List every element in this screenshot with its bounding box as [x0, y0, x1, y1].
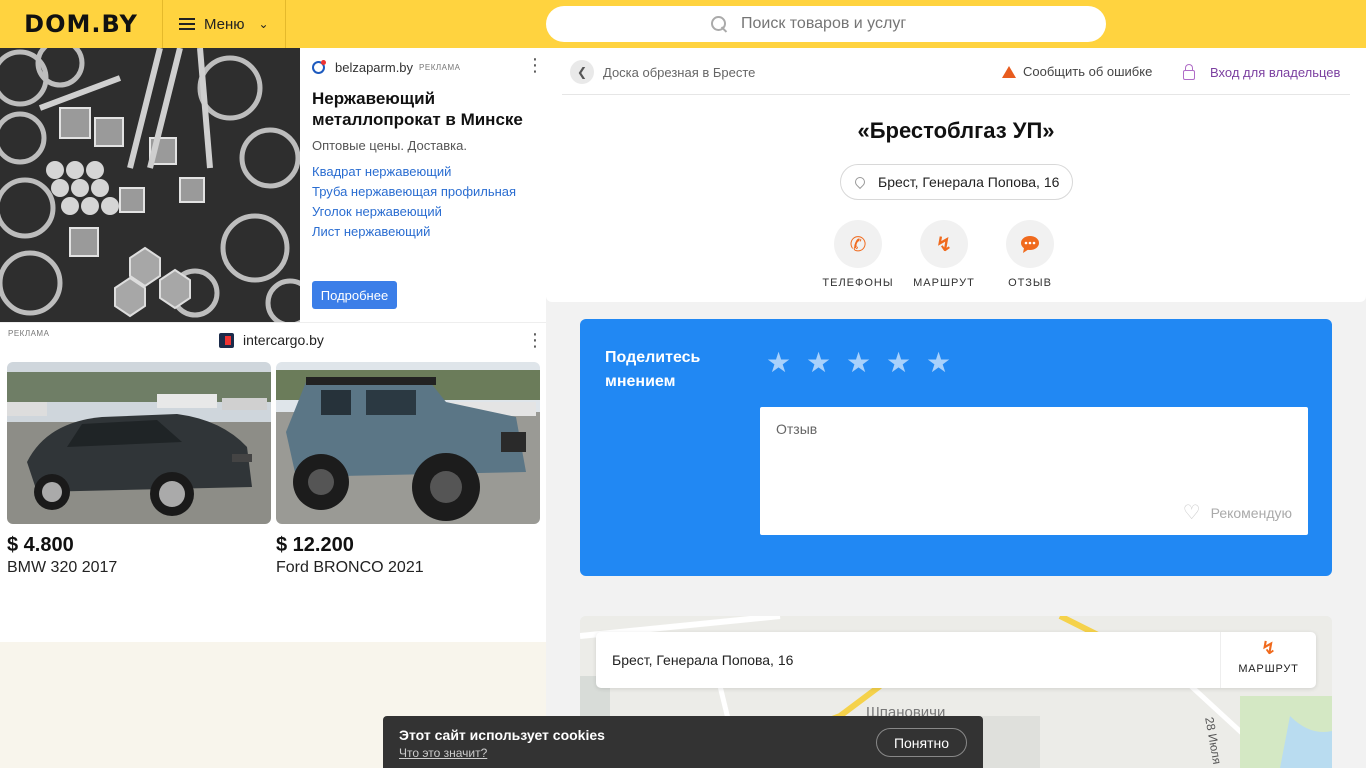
- ad-cars: РЕКЛАМА intercargo.by ⋮ $ 4.800 BMW 320 …: [0, 322, 546, 642]
- phone-icon: ✆: [834, 220, 882, 268]
- ad-metal-source[interactable]: belzaparm.by РЕКЛАМА: [312, 60, 537, 75]
- back-arrow-icon[interactable]: ❮: [570, 60, 594, 84]
- cookie-text: Этот сайт использует cookies: [399, 727, 605, 743]
- review-form: Поделитесь мнением ★ ★ ★ ★ ★ ♡ Рекоменду…: [580, 319, 1332, 576]
- star-icon[interactable]: ★: [886, 349, 926, 377]
- warning-icon: [1002, 65, 1016, 78]
- report-error-link[interactable]: Сообщить об ошибке: [1002, 64, 1152, 79]
- chevron-down-icon: ⌄: [258, 17, 269, 31]
- review-button[interactable]: ОТЗЫВ: [990, 220, 1070, 289]
- route-icon: ↯: [1260, 638, 1277, 658]
- car-image[interactable]: [276, 362, 540, 524]
- more-options-icon[interactable]: ⋮: [526, 331, 544, 349]
- ad-tag: РЕКЛАМА: [8, 329, 50, 338]
- car-image[interactable]: [7, 362, 271, 524]
- report-error-label: Сообщить об ошибке: [1023, 64, 1153, 79]
- intercargo-favicon-icon: [219, 332, 234, 348]
- site-logo[interactable]: DOM.BY: [0, 0, 162, 48]
- site-header: DOM.BY Меню ⌄: [0, 0, 1366, 48]
- ad-metal[interactable]: belzaparm.by РЕКЛАМА Нержавеющий металло…: [0, 48, 546, 322]
- review-label: ОТЗЫВ: [1008, 277, 1052, 289]
- owners-login-label: Вход для владельцев: [1210, 65, 1341, 80]
- car-price: $ 12.200: [276, 534, 354, 556]
- search-input[interactable]: [741, 15, 941, 33]
- map-address: Брест, Генерала Попова, 16: [612, 652, 794, 668]
- car-name: Ford BRONCO 2021: [276, 559, 424, 576]
- review-title: Поделитесь мнением: [605, 349, 701, 390]
- ad-metal-image[interactable]: [0, 48, 300, 322]
- search-icon: [711, 16, 727, 32]
- ad-metal-links: Квадрат нержавеющий Труба нержавеющая пр…: [312, 162, 537, 242]
- address-pill[interactable]: Брест, Генерала Попова, 16: [840, 164, 1073, 200]
- review-textarea[interactable]: [776, 421, 1292, 491]
- breadcrumb[interactable]: Доска обрезная в Бресте: [603, 65, 755, 80]
- business-card: ❮ Доска обрезная в Бресте Сообщить об ош…: [546, 48, 1366, 302]
- menu-button[interactable]: Меню ⌄: [162, 0, 286, 48]
- star-icon[interactable]: ★: [846, 349, 886, 377]
- cookie-accept-button[interactable]: Понятно: [876, 728, 967, 757]
- chat-bubble-icon: [1006, 220, 1054, 268]
- cookie-info-link[interactable]: Что это значит?: [399, 746, 487, 760]
- ad-link[interactable]: Лист нержавеющий: [312, 222, 537, 242]
- car-card[interactable]: $ 4.800 BMW 320 2017: [7, 362, 271, 577]
- hamburger-icon: [179, 18, 195, 30]
- phones-button[interactable]: ✆ ТЕЛЕФОНЫ: [818, 220, 898, 289]
- ad-metal-body: belzaparm.by РЕКЛАМА Нержавеющий металло…: [312, 60, 537, 242]
- ad-link[interactable]: Труба нержавеющая профильная: [312, 182, 537, 202]
- ad-metal-subtitle: Оптовые цены. Доставка.: [312, 138, 467, 153]
- route-label: МАРШРУТ: [913, 277, 975, 289]
- star-icon[interactable]: ★: [766, 349, 806, 377]
- ad-link[interactable]: Уголок нержавеющий: [312, 202, 537, 222]
- star-icon[interactable]: ★: [926, 349, 966, 377]
- map-route-label: МАРШРУТ: [1238, 663, 1299, 675]
- belzaparm-favicon-icon: [312, 60, 326, 74]
- ad-more-button[interactable]: Подробнее: [312, 281, 397, 309]
- address-label: Брест, Генерала Попова, 16: [878, 174, 1060, 190]
- ad-metal-domain: belzaparm.by: [335, 60, 414, 75]
- star-icon[interactable]: ★: [806, 349, 846, 377]
- car-price: $ 4.800: [7, 534, 74, 556]
- divider: [562, 94, 1350, 95]
- ad-link[interactable]: Квадрат нержавеющий: [312, 162, 537, 182]
- ad-tag: РЕКЛАМА: [419, 63, 461, 72]
- recommend-toggle[interactable]: ♡ Рекомендую: [1183, 500, 1292, 525]
- search-bar[interactable]: [546, 6, 1106, 42]
- location-pin-icon: [852, 174, 868, 190]
- car-name: BMW 320 2017: [7, 559, 118, 576]
- map-route-button[interactable]: ↯ МАРШРУТ: [1220, 632, 1316, 688]
- ad-metal-title[interactable]: Нержавеющий металлопрокат в Минске: [312, 88, 537, 130]
- car-card[interactable]: $ 12.200 Ford BRONCO 2021: [276, 362, 540, 577]
- route-icon: ↯: [920, 220, 968, 268]
- more-options-icon[interactable]: ⋮: [526, 56, 544, 74]
- review-box: ♡ Рекомендую: [760, 407, 1308, 535]
- left-ad-column: belzaparm.by РЕКЛАМА Нержавеющий металло…: [0, 48, 546, 768]
- phones-label: ТЕЛЕФОНЫ: [822, 277, 894, 289]
- owners-login-link[interactable]: Вход для владельцев: [1183, 63, 1341, 80]
- recommend-label: Рекомендую: [1210, 504, 1292, 521]
- page-title: «Брестоблгаз УП»: [857, 118, 1055, 143]
- cookie-banner: Этот сайт использует cookies Что это зна…: [383, 716, 983, 768]
- ad-cars-source[interactable]: intercargo.by: [219, 332, 324, 348]
- map-address-bar: Брест, Генерала Попова, 16 ↯ МАРШРУТ: [596, 632, 1316, 688]
- rating-stars: ★ ★ ★ ★ ★: [766, 349, 966, 377]
- lock-icon: [1183, 63, 1195, 80]
- route-button[interactable]: ↯ МАРШРУТ: [904, 220, 984, 289]
- menu-label: Меню: [204, 15, 245, 33]
- ad-cars-domain: intercargo.by: [243, 332, 324, 348]
- heart-icon: ♡: [1182, 502, 1201, 524]
